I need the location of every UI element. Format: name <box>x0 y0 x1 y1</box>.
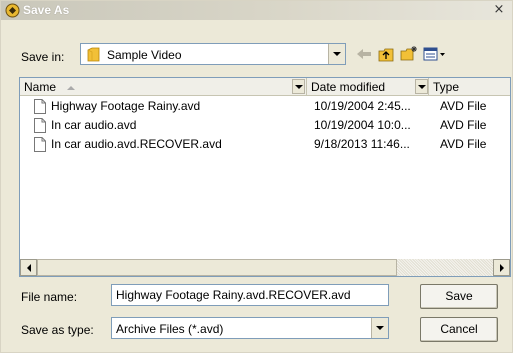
column-name-label: Name <box>24 80 57 94</box>
file-list[interactable]: Name Date modified Type Highway Footage … <box>19 77 511 277</box>
column-date-label: Date modified <box>311 80 386 94</box>
column-type-label: Type <box>433 80 460 94</box>
up-folder-icon <box>378 48 393 61</box>
scroll-left-button[interactable] <box>20 259 37 276</box>
chevron-down-icon <box>294 84 303 89</box>
file-icon <box>34 99 46 114</box>
save-button[interactable]: Save <box>420 284 498 309</box>
back-button[interactable] <box>354 45 374 63</box>
arrow-right-icon <box>499 263 504 272</box>
chevron-down-icon <box>417 84 426 89</box>
chevron-down-icon <box>376 326 384 330</box>
name-column-dropdown[interactable] <box>292 79 305 94</box>
file-name-label: File name: <box>21 290 78 304</box>
save-in-dropdown-arrow[interactable] <box>328 44 345 64</box>
file-name-cell: In car audio.avd <box>51 118 137 132</box>
file-icon <box>34 118 46 133</box>
column-header-date[interactable]: Date modified <box>307 78 429 96</box>
save-as-type-dropdown[interactable]: Archive Files (*.avd) <box>111 317 389 339</box>
file-type-cell: AVD File <box>440 118 487 132</box>
file-date-cell: 10/19/2004 2:45... <box>314 99 411 113</box>
chevron-down-icon <box>333 52 341 56</box>
column-header-type[interactable]: Type <box>429 78 510 96</box>
horizontal-scrollbar[interactable] <box>20 259 510 276</box>
file-rows: Highway Footage Rainy.avd 10/19/2004 2:4… <box>20 97 510 154</box>
column-header-name[interactable]: Name <box>20 78 307 96</box>
save-in-label: Save in: <box>21 50 65 64</box>
file-name-input[interactable]: Highway Footage Rainy.avd.RECOVER.avd <box>111 284 389 306</box>
list-item[interactable]: Highway Footage Rainy.avd 10/19/2004 2:4… <box>20 97 510 116</box>
file-type-cell: AVD File <box>440 137 487 151</box>
back-arrow-icon <box>357 49 371 59</box>
save-as-type-value: Archive Files (*.avd) <box>116 322 224 336</box>
save-in-folder-name: Sample Video <box>107 48 182 62</box>
scrollbar-thumb[interactable] <box>37 259 397 276</box>
file-name-cell: In car audio.avd.RECOVER.avd <box>51 137 222 151</box>
folder-icon <box>87 47 100 62</box>
title-bar[interactable]: Save As × <box>1 1 512 20</box>
date-column-dropdown[interactable] <box>415 79 428 94</box>
save-as-type-label: Save as type: <box>21 323 94 337</box>
list-header: Name Date modified Type <box>20 78 510 96</box>
file-date-cell: 10/19/2004 10:0... <box>314 118 411 132</box>
list-item[interactable]: In car audio.avd 10/19/2004 10:0... AVD … <box>20 116 510 135</box>
file-name-cell: Highway Footage Rainy.avd <box>51 99 201 113</box>
list-item[interactable]: In car audio.avd.RECOVER.avd 9/18/2013 1… <box>20 135 510 154</box>
cancel-button[interactable]: Cancel <box>420 317 498 342</box>
view-menu-icon <box>423 47 445 61</box>
window-title: Save As <box>23 3 70 17</box>
view-menu-button[interactable] <box>422 45 448 63</box>
file-icon <box>34 137 46 152</box>
create-new-folder-button[interactable] <box>399 44 419 62</box>
save-as-type-dropdown-arrow[interactable] <box>371 318 388 338</box>
up-one-level-button[interactable] <box>376 45 396 63</box>
save-app-icon <box>5 3 20 18</box>
save-in-dropdown[interactable]: Sample Video <box>80 43 346 65</box>
file-type-cell: AVD File <box>440 99 487 113</box>
file-date-cell: 9/18/2013 11:46... <box>314 137 410 151</box>
sort-ascending-icon <box>67 85 76 90</box>
new-folder-icon <box>400 46 417 61</box>
scroll-right-button[interactable] <box>493 259 510 276</box>
save-as-dialog: Save As × Save in: Sample Video Name Dat… <box>0 0 513 353</box>
arrow-left-icon <box>26 263 31 272</box>
close-button[interactable]: × <box>491 3 507 18</box>
